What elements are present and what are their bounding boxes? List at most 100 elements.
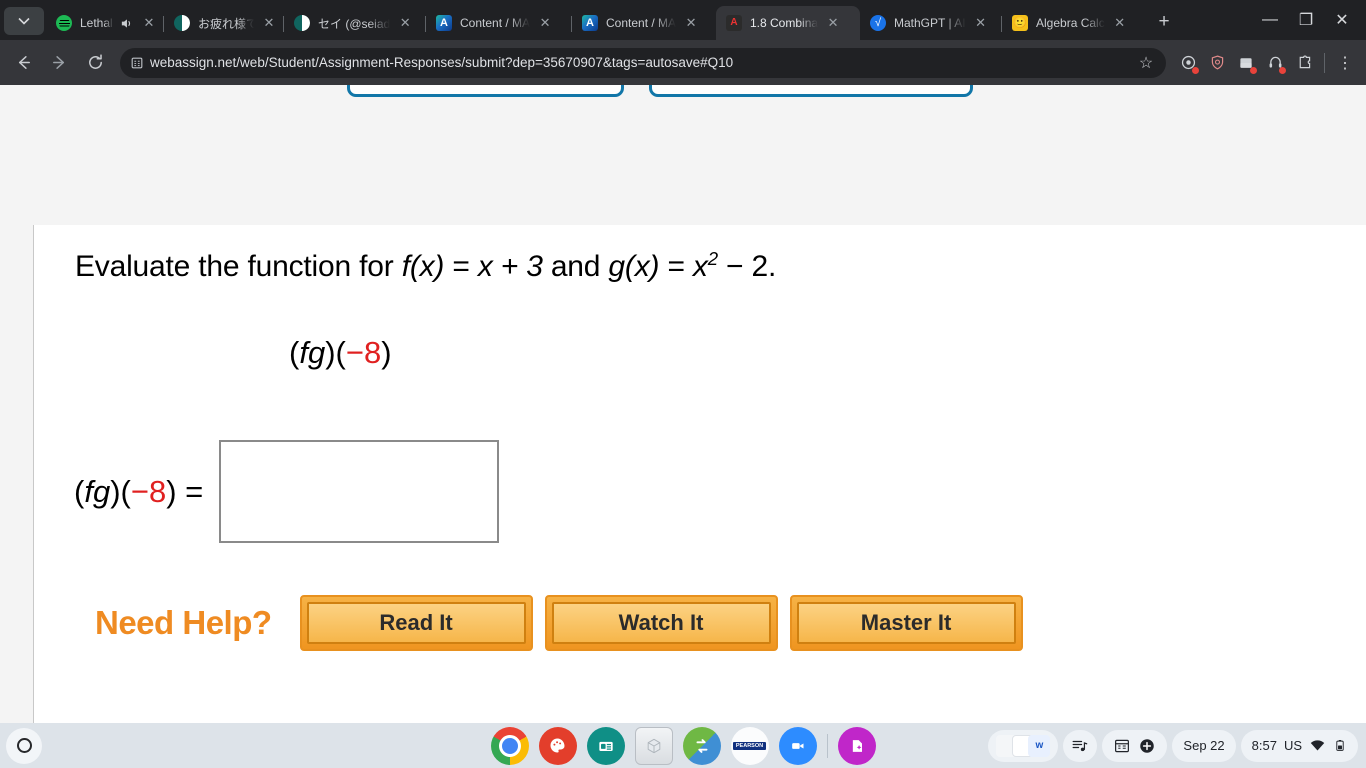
shelf-divider bbox=[826, 733, 828, 758]
battery-icon bbox=[1336, 740, 1344, 751]
extension-icon-1[interactable] bbox=[1175, 50, 1201, 76]
window-controls: — ❐ ✕ bbox=[1252, 0, 1366, 40]
browser-tab[interactable]: Lethal Pre ✕ bbox=[46, 6, 164, 40]
tab-close-button[interactable]: ✕ bbox=[972, 14, 990, 32]
read-it-label: Read It bbox=[306, 602, 526, 644]
shelf-app-pearson[interactable]: PEARSON bbox=[730, 726, 769, 765]
watch-it-label: Watch It bbox=[551, 602, 771, 644]
forward-button[interactable] bbox=[44, 48, 74, 78]
shelf-app-zoom[interactable] bbox=[778, 726, 817, 765]
browser-tab[interactable]: A Content / MA ✕ bbox=[571, 6, 716, 40]
extension-icon-headphones[interactable] bbox=[1262, 50, 1288, 76]
question-prefix: Evaluate the function for bbox=[75, 250, 402, 283]
note-icon bbox=[294, 15, 310, 31]
calendar-icon bbox=[1115, 739, 1130, 752]
quick-actions-button[interactable] bbox=[1102, 729, 1168, 762]
tab-search-button[interactable] bbox=[4, 7, 44, 35]
shelf-app-paint[interactable] bbox=[538, 726, 577, 765]
top-answer-boxes bbox=[347, 85, 973, 97]
shelf-app-box[interactable] bbox=[634, 726, 673, 765]
tab-close-button[interactable]: ✕ bbox=[682, 14, 700, 32]
answer-expression: (fg)(−8) = bbox=[74, 473, 204, 509]
tab-close-button[interactable]: ✕ bbox=[536, 14, 554, 32]
status-app-stack[interactable]: w bbox=[988, 729, 1059, 762]
chevron-down-icon bbox=[18, 17, 30, 25]
shelf-app-sync[interactable] bbox=[682, 726, 721, 765]
shelf-app-news[interactable] bbox=[586, 726, 625, 765]
browser-tab-active[interactable]: A 1.8 Combina ✕ bbox=[716, 6, 860, 40]
extension-icon-list[interactable] bbox=[1233, 50, 1259, 76]
read-it-button[interactable]: Read It bbox=[299, 595, 533, 651]
tab-title: Algebra Calc bbox=[1036, 16, 1105, 30]
close-window-button[interactable]: ✕ bbox=[1324, 3, 1360, 37]
extensions-puzzle-icon[interactable] bbox=[1291, 50, 1317, 76]
tab-close-button[interactable]: ✕ bbox=[260, 14, 278, 32]
browser-tab[interactable]: 🙂 Algebra Calc ✕ bbox=[1001, 6, 1142, 40]
spotify-icon bbox=[56, 15, 72, 31]
tab-close-button[interactable]: ✕ bbox=[824, 14, 842, 32]
question-panel: Evaluate the function for f(x) = x + 3 a… bbox=[33, 225, 1366, 723]
status-icon-word: w bbox=[1028, 734, 1051, 757]
tab-title: お疲れ様です bbox=[198, 16, 254, 31]
tab-close-button[interactable]: ✕ bbox=[1111, 14, 1129, 32]
tab-title: Content / MA bbox=[460, 16, 531, 30]
master-it-button[interactable]: Master It bbox=[789, 595, 1023, 651]
back-button[interactable] bbox=[8, 48, 38, 78]
site-info-icon[interactable] bbox=[124, 50, 150, 76]
answer-input-value-label: −8 bbox=[130, 473, 167, 509]
tab-close-button[interactable]: ✕ bbox=[140, 14, 158, 32]
shelf-time: 8:57 bbox=[1251, 738, 1277, 753]
media-controls-button[interactable] bbox=[1063, 729, 1098, 762]
system-tray-button[interactable]: 8:57 US bbox=[1240, 729, 1358, 762]
tab-list: Lethal Pre ✕ お疲れ様です ✕ セイ (@seiad ✕ bbox=[46, 0, 1252, 40]
browser-tab[interactable]: √ MathGPT | AI ✕ bbox=[860, 6, 1002, 40]
music-note-icon bbox=[1072, 740, 1088, 751]
url-text: webassign.net/web/Student/Assignment-Res… bbox=[150, 55, 734, 70]
date-button[interactable]: Sep 22 bbox=[1172, 729, 1236, 762]
g-tail: − 2. bbox=[717, 250, 777, 283]
equals-1: = bbox=[444, 250, 478, 283]
browser-window: Lethal Pre ✕ お疲れ様です ✕ セイ (@seiad ✕ bbox=[0, 0, 1366, 723]
tab-strip: Lethal Pre ✕ お疲れ様です ✕ セイ (@seiad ✕ bbox=[0, 0, 1366, 40]
answer-open-paren: ( bbox=[120, 473, 131, 509]
reload-button[interactable] bbox=[80, 48, 110, 78]
function-f-arg: (x) bbox=[409, 250, 445, 283]
shelf-app-chrome[interactable] bbox=[490, 726, 529, 765]
answer-fg: fg bbox=[84, 473, 111, 509]
system-shelf: PEARSON w Sep 22 8:57 US bbox=[0, 723, 1366, 768]
top-answer-box-1[interactable] bbox=[347, 85, 624, 97]
add-icon[interactable] bbox=[1138, 737, 1156, 755]
restore-button[interactable]: ❐ bbox=[1288, 3, 1324, 37]
expression-display: (fg)(−8) bbox=[289, 335, 392, 370]
extension-icon-shield[interactable] bbox=[1204, 50, 1230, 76]
browser-tab[interactable]: セイ (@seiad ✕ bbox=[283, 6, 426, 40]
g-exponent: 2 bbox=[707, 248, 718, 269]
shelf-app-notes[interactable] bbox=[837, 726, 876, 765]
tab-close-button[interactable]: ✕ bbox=[396, 14, 414, 32]
bookmark-star-icon[interactable]: ☆ bbox=[1134, 51, 1158, 75]
function-g-arg: (x) bbox=[624, 250, 660, 283]
shelf-locale: US bbox=[1283, 738, 1302, 753]
new-tab-button[interactable]: + bbox=[1150, 8, 1178, 36]
aleks-icon: A bbox=[582, 15, 598, 31]
browser-tab[interactable]: お疲れ様です ✕ bbox=[163, 6, 284, 40]
tab-audio-icon[interactable] bbox=[118, 15, 134, 31]
algebra-icon: 🙂 bbox=[1012, 15, 1028, 31]
watch-it-button[interactable]: Watch It bbox=[544, 595, 778, 651]
expr-fg: fg bbox=[299, 335, 326, 370]
equals-2: = bbox=[659, 250, 693, 283]
aleks-icon: A bbox=[436, 15, 452, 31]
answer-input[interactable] bbox=[219, 440, 500, 543]
function-g: g bbox=[608, 250, 625, 283]
top-answer-box-2[interactable] bbox=[649, 85, 973, 97]
expr-open-paren: ( bbox=[335, 335, 346, 370]
expr-close-paren: ) bbox=[381, 335, 392, 370]
function-f: f bbox=[401, 250, 410, 283]
address-bar[interactable]: webassign.net/web/Student/Assignment-Res… bbox=[120, 47, 1166, 78]
tab-title: セイ (@seiad bbox=[318, 16, 391, 31]
minimize-button[interactable]: — bbox=[1252, 3, 1288, 37]
tab-title: Lethal Pre bbox=[80, 16, 114, 30]
g-base: x bbox=[692, 250, 708, 283]
browser-menu-button[interactable]: ⋮ bbox=[1332, 53, 1358, 73]
browser-tab[interactable]: A Content / MA ✕ bbox=[425, 6, 572, 40]
